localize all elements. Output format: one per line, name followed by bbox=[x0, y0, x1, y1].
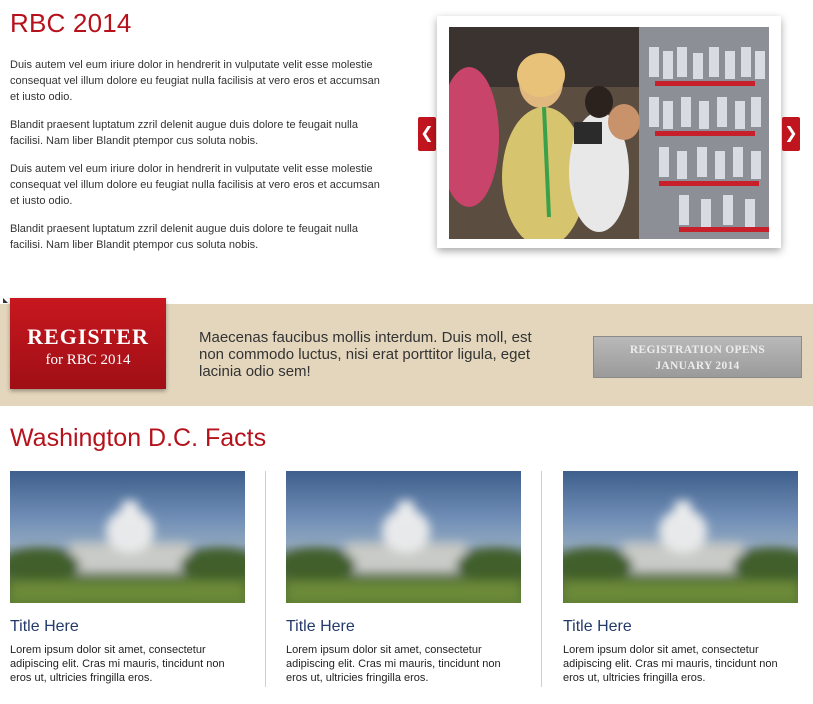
fact-text: Lorem ipsum dolor sit amet, consectetur … bbox=[10, 644, 225, 684]
capitol-illustration bbox=[286, 501, 521, 603]
register-badge-title: REGISTER bbox=[27, 324, 149, 349]
capitol-illustration bbox=[10, 501, 245, 603]
fact-title[interactable]: Title Here bbox=[563, 618, 798, 636]
chevron-right-icon: ❯ bbox=[784, 125, 798, 142]
page-title: RBC 2014 bbox=[10, 8, 132, 38]
registration-opens-button[interactable]: REGISTRATION OPENS JANUARY 2014 bbox=[593, 336, 802, 378]
corner-mark bbox=[3, 298, 8, 303]
intro-paragraph: Duis autem vel eum iriure dolor in hendr… bbox=[10, 59, 380, 103]
register-button[interactable]: REGISTER for RBC 2014 bbox=[10, 298, 166, 389]
column-divider bbox=[265, 471, 266, 687]
carousel-photo bbox=[449, 27, 769, 239]
intro-paragraph: Blandit praesent luptatum zzril delenit … bbox=[10, 223, 358, 251]
registration-opens-line2: JANUARY 2014 bbox=[655, 360, 740, 372]
fact-title[interactable]: Title Here bbox=[10, 618, 245, 636]
fact-card: Title Here Lorem ipsum dolor sit amet, c… bbox=[563, 471, 798, 685]
fact-card: Title Here Lorem ipsum dolor sit amet, c… bbox=[286, 471, 521, 685]
facts-title: Washington D.C. Facts bbox=[10, 424, 267, 452]
fact-card: Title Here Lorem ipsum dolor sit amet, c… bbox=[10, 471, 245, 685]
fact-text: Lorem ipsum dolor sit amet, consectetur … bbox=[286, 644, 501, 684]
intro-paragraph: Duis autem vel eum iriure dolor in hendr… bbox=[10, 163, 380, 207]
register-badge-subtitle: for RBC 2014 bbox=[45, 352, 131, 368]
column-divider bbox=[541, 471, 542, 687]
capitol-illustration bbox=[563, 501, 798, 603]
chevron-left-icon: ❮ bbox=[420, 125, 434, 142]
carousel-next-button[interactable]: ❯ bbox=[782, 117, 800, 151]
fact-text: Lorem ipsum dolor sit amet, consectetur … bbox=[563, 644, 778, 684]
intro-paragraph: Blandit praesent luptatum zzril delenit … bbox=[10, 119, 358, 147]
register-description: Maecenas faucibus mollis interdum. Duis … bbox=[199, 329, 532, 380]
capitol-image[interactable] bbox=[10, 471, 245, 603]
capitol-image[interactable] bbox=[286, 471, 521, 603]
capitol-image[interactable] bbox=[563, 471, 798, 603]
intro-text: Duis autem vel eum iriure dolor in hendr… bbox=[10, 57, 380, 265]
registration-opens-line1: REGISTRATION OPENS bbox=[629, 344, 766, 356]
crowd-photo bbox=[449, 27, 769, 239]
carousel bbox=[437, 16, 781, 248]
carousel-prev-button[interactable]: ❮ bbox=[418, 117, 436, 151]
fact-title[interactable]: Title Here bbox=[286, 618, 521, 636]
